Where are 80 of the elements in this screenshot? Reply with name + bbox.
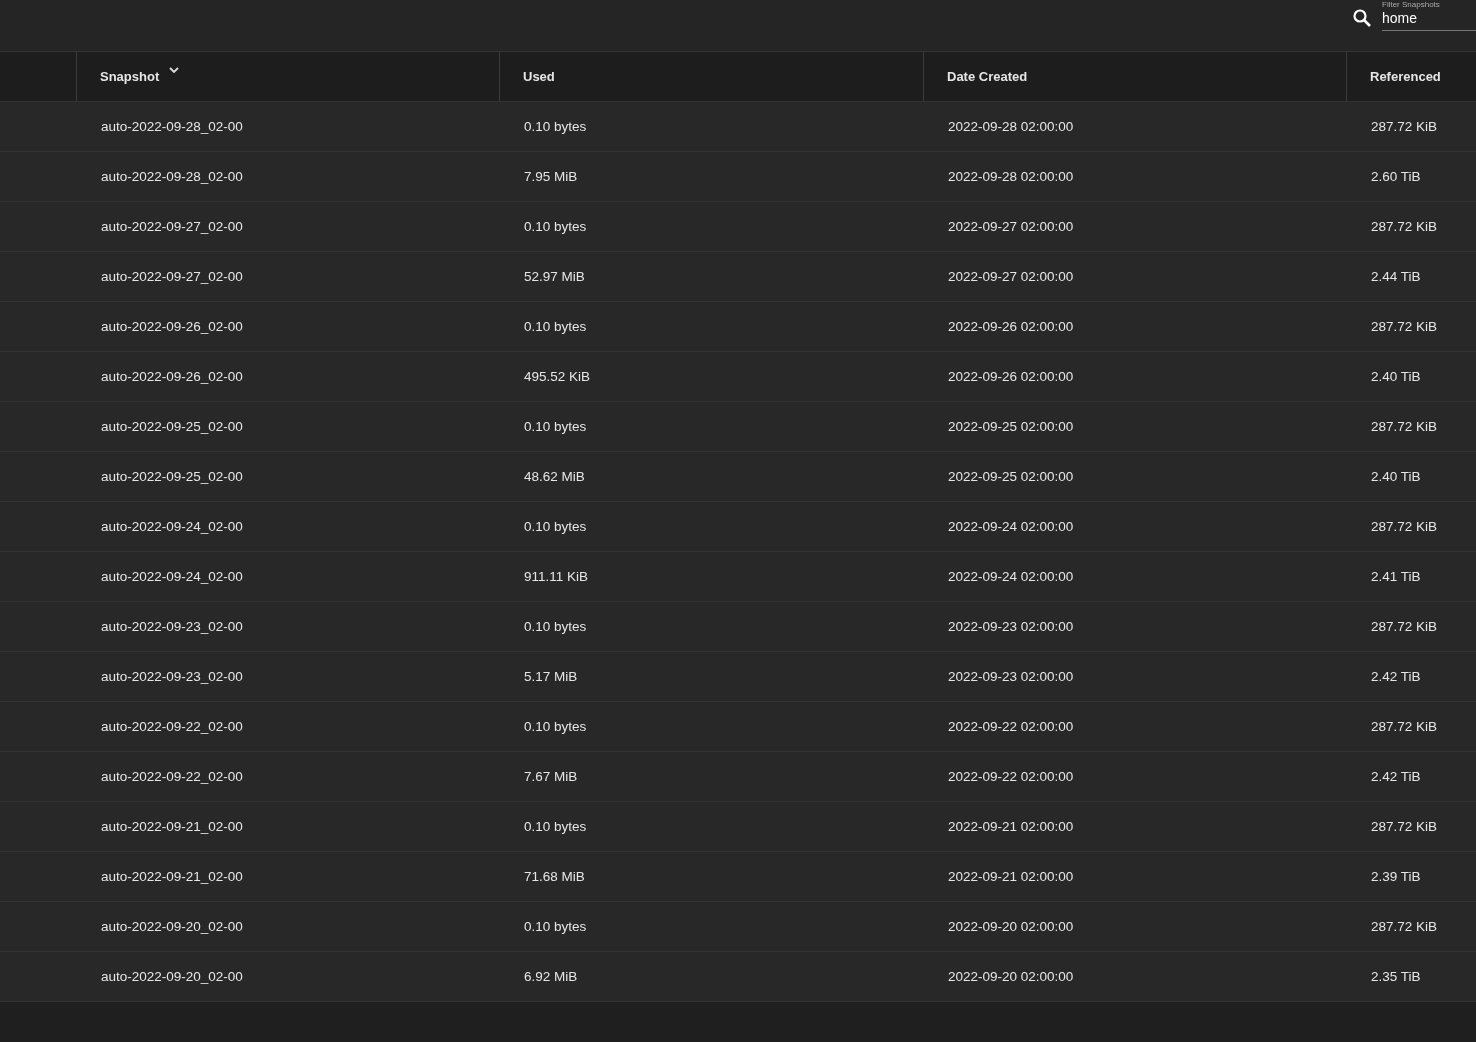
table-cell: 2.41 TiB	[1371, 569, 1421, 584]
table-cell: auto-2022-09-27_02-00	[101, 269, 243, 284]
table-cell: 2022-09-28 02:00:00	[948, 169, 1074, 184]
table-cell: 0.10 bytes	[524, 219, 587, 234]
table-cell: 2022-09-22 02:00:00	[948, 719, 1074, 734]
table-cell: auto-2022-09-20_02-00	[101, 919, 243, 934]
table-cell: 287.72 KiB	[1371, 719, 1438, 734]
table-cell: 71.68 MiB	[524, 869, 585, 884]
table-cell: 2022-09-24 02:00:00	[948, 519, 1074, 534]
table-cell: 2022-09-27 02:00:00	[948, 219, 1074, 234]
column-header[interactable]: Date Created	[924, 52, 1347, 101]
table-cell: 5.17 MiB	[524, 669, 578, 684]
table-cell: auto-2022-09-22_02-00	[101, 719, 243, 734]
table-cell: 2022-09-23 02:00:00	[948, 619, 1074, 634]
table-cell: 7.67 MiB	[524, 769, 578, 784]
table-cell: 0.10 bytes	[524, 919, 587, 934]
table-cell: auto-2022-09-25_02-00	[101, 419, 243, 434]
table-cell: 2.42 TiB	[1371, 669, 1421, 684]
table-cell: 0.10 bytes	[524, 119, 587, 134]
table-cell: 287.72 KiB	[1371, 819, 1438, 834]
table-cell: 52.97 MiB	[524, 269, 585, 284]
table-cell: 2022-09-27 02:00:00	[948, 269, 1074, 284]
table-cell: 2.60 TiB	[1371, 169, 1421, 184]
table-cell: 2022-09-28 02:00:00	[948, 119, 1074, 134]
table-cell: 287.72 KiB	[1371, 919, 1438, 934]
column-header[interactable]: Snapshot	[77, 52, 500, 101]
table-cell: auto-2022-09-21_02-00	[101, 819, 243, 834]
table-cell: auto-2022-09-27_02-00	[101, 219, 243, 234]
table-cell: 287.72 KiB	[1371, 119, 1438, 134]
table-cell: auto-2022-09-25_02-00	[101, 469, 243, 484]
table-cell: 287.72 KiB	[1371, 219, 1438, 234]
table-cell: 2.40 TiB	[1371, 469, 1421, 484]
search-icon	[1352, 8, 1372, 28]
table-cell: 2022-09-24 02:00:00	[948, 569, 1074, 584]
table-cell: auto-2022-09-26_02-00	[101, 319, 243, 334]
table-cell: auto-2022-09-23_02-00	[101, 619, 243, 634]
table-cell: 911.11 KiB	[524, 569, 589, 584]
table-cell: 2022-09-22 02:00:00	[948, 769, 1074, 784]
table-cell: 0.10 bytes	[524, 419, 587, 434]
table-cell: 287.72 KiB	[1371, 619, 1438, 634]
table-cell: 7.95 MiB	[524, 169, 578, 184]
table-cell: 287.72 KiB	[1371, 419, 1438, 434]
table-cell: 2.35 TiB	[1371, 969, 1421, 984]
table-cell: 2.40 TiB	[1371, 369, 1421, 384]
table-cell: auto-2022-09-23_02-00	[101, 669, 243, 684]
table-cell: 2022-09-21 02:00:00	[948, 869, 1074, 884]
table-cell: auto-2022-09-28_02-00	[101, 119, 243, 134]
table-cell: 2022-09-25 02:00:00	[948, 469, 1074, 484]
table-cell: 2022-09-26 02:00:00	[948, 319, 1074, 334]
table-cell: 0.10 bytes	[524, 619, 587, 634]
table-cell: 495.52 KiB	[524, 369, 591, 384]
table-cell: 2022-09-26 02:00:00	[948, 369, 1074, 384]
table-cell: auto-2022-09-26_02-00	[101, 369, 243, 384]
table-cell: 2022-09-25 02:00:00	[948, 419, 1074, 434]
table-cell: 2.44 TiB	[1371, 269, 1421, 284]
table-cell: 287.72 KiB	[1371, 319, 1438, 334]
table-cell: auto-2022-09-24_02-00	[101, 519, 243, 534]
table-cell: 0.10 bytes	[524, 819, 587, 834]
table-cell: auto-2022-09-21_02-00	[101, 869, 243, 884]
table-cell: auto-2022-09-22_02-00	[101, 769, 243, 784]
table-cell: auto-2022-09-24_02-00	[101, 569, 243, 584]
filter-field[interactable]: home	[1382, 10, 1476, 31]
column-header[interactable]: Used	[500, 52, 924, 101]
table-cell: 287.72 KiB	[1371, 519, 1438, 534]
column-header[interactable]: Referenced	[1347, 52, 1476, 101]
table-cell: 2.42 TiB	[1371, 769, 1421, 784]
table-cell: auto-2022-09-28_02-00	[101, 169, 243, 184]
table-cell: 0.10 bytes	[524, 319, 587, 334]
table-cell: 0.10 bytes	[524, 719, 587, 734]
sort-chevron-icon	[169, 67, 180, 74]
table-cell: 6.92 MiB	[524, 969, 578, 984]
table-cell: auto-2022-09-20_02-00	[101, 969, 243, 984]
table-cell: 2022-09-20 02:00:00	[948, 919, 1074, 934]
table-cell: 0.10 bytes	[524, 519, 587, 534]
table-cell: 2022-09-23 02:00:00	[948, 669, 1074, 684]
table-cell: 48.62 MiB	[524, 469, 585, 484]
table-cell: 2022-09-21 02:00:00	[948, 819, 1074, 834]
table-cell: 2.39 TiB	[1371, 869, 1421, 884]
field-label: Filter Snapshots	[1382, 0, 1440, 9]
table-cell: 2022-09-20 02:00:00	[948, 969, 1074, 984]
